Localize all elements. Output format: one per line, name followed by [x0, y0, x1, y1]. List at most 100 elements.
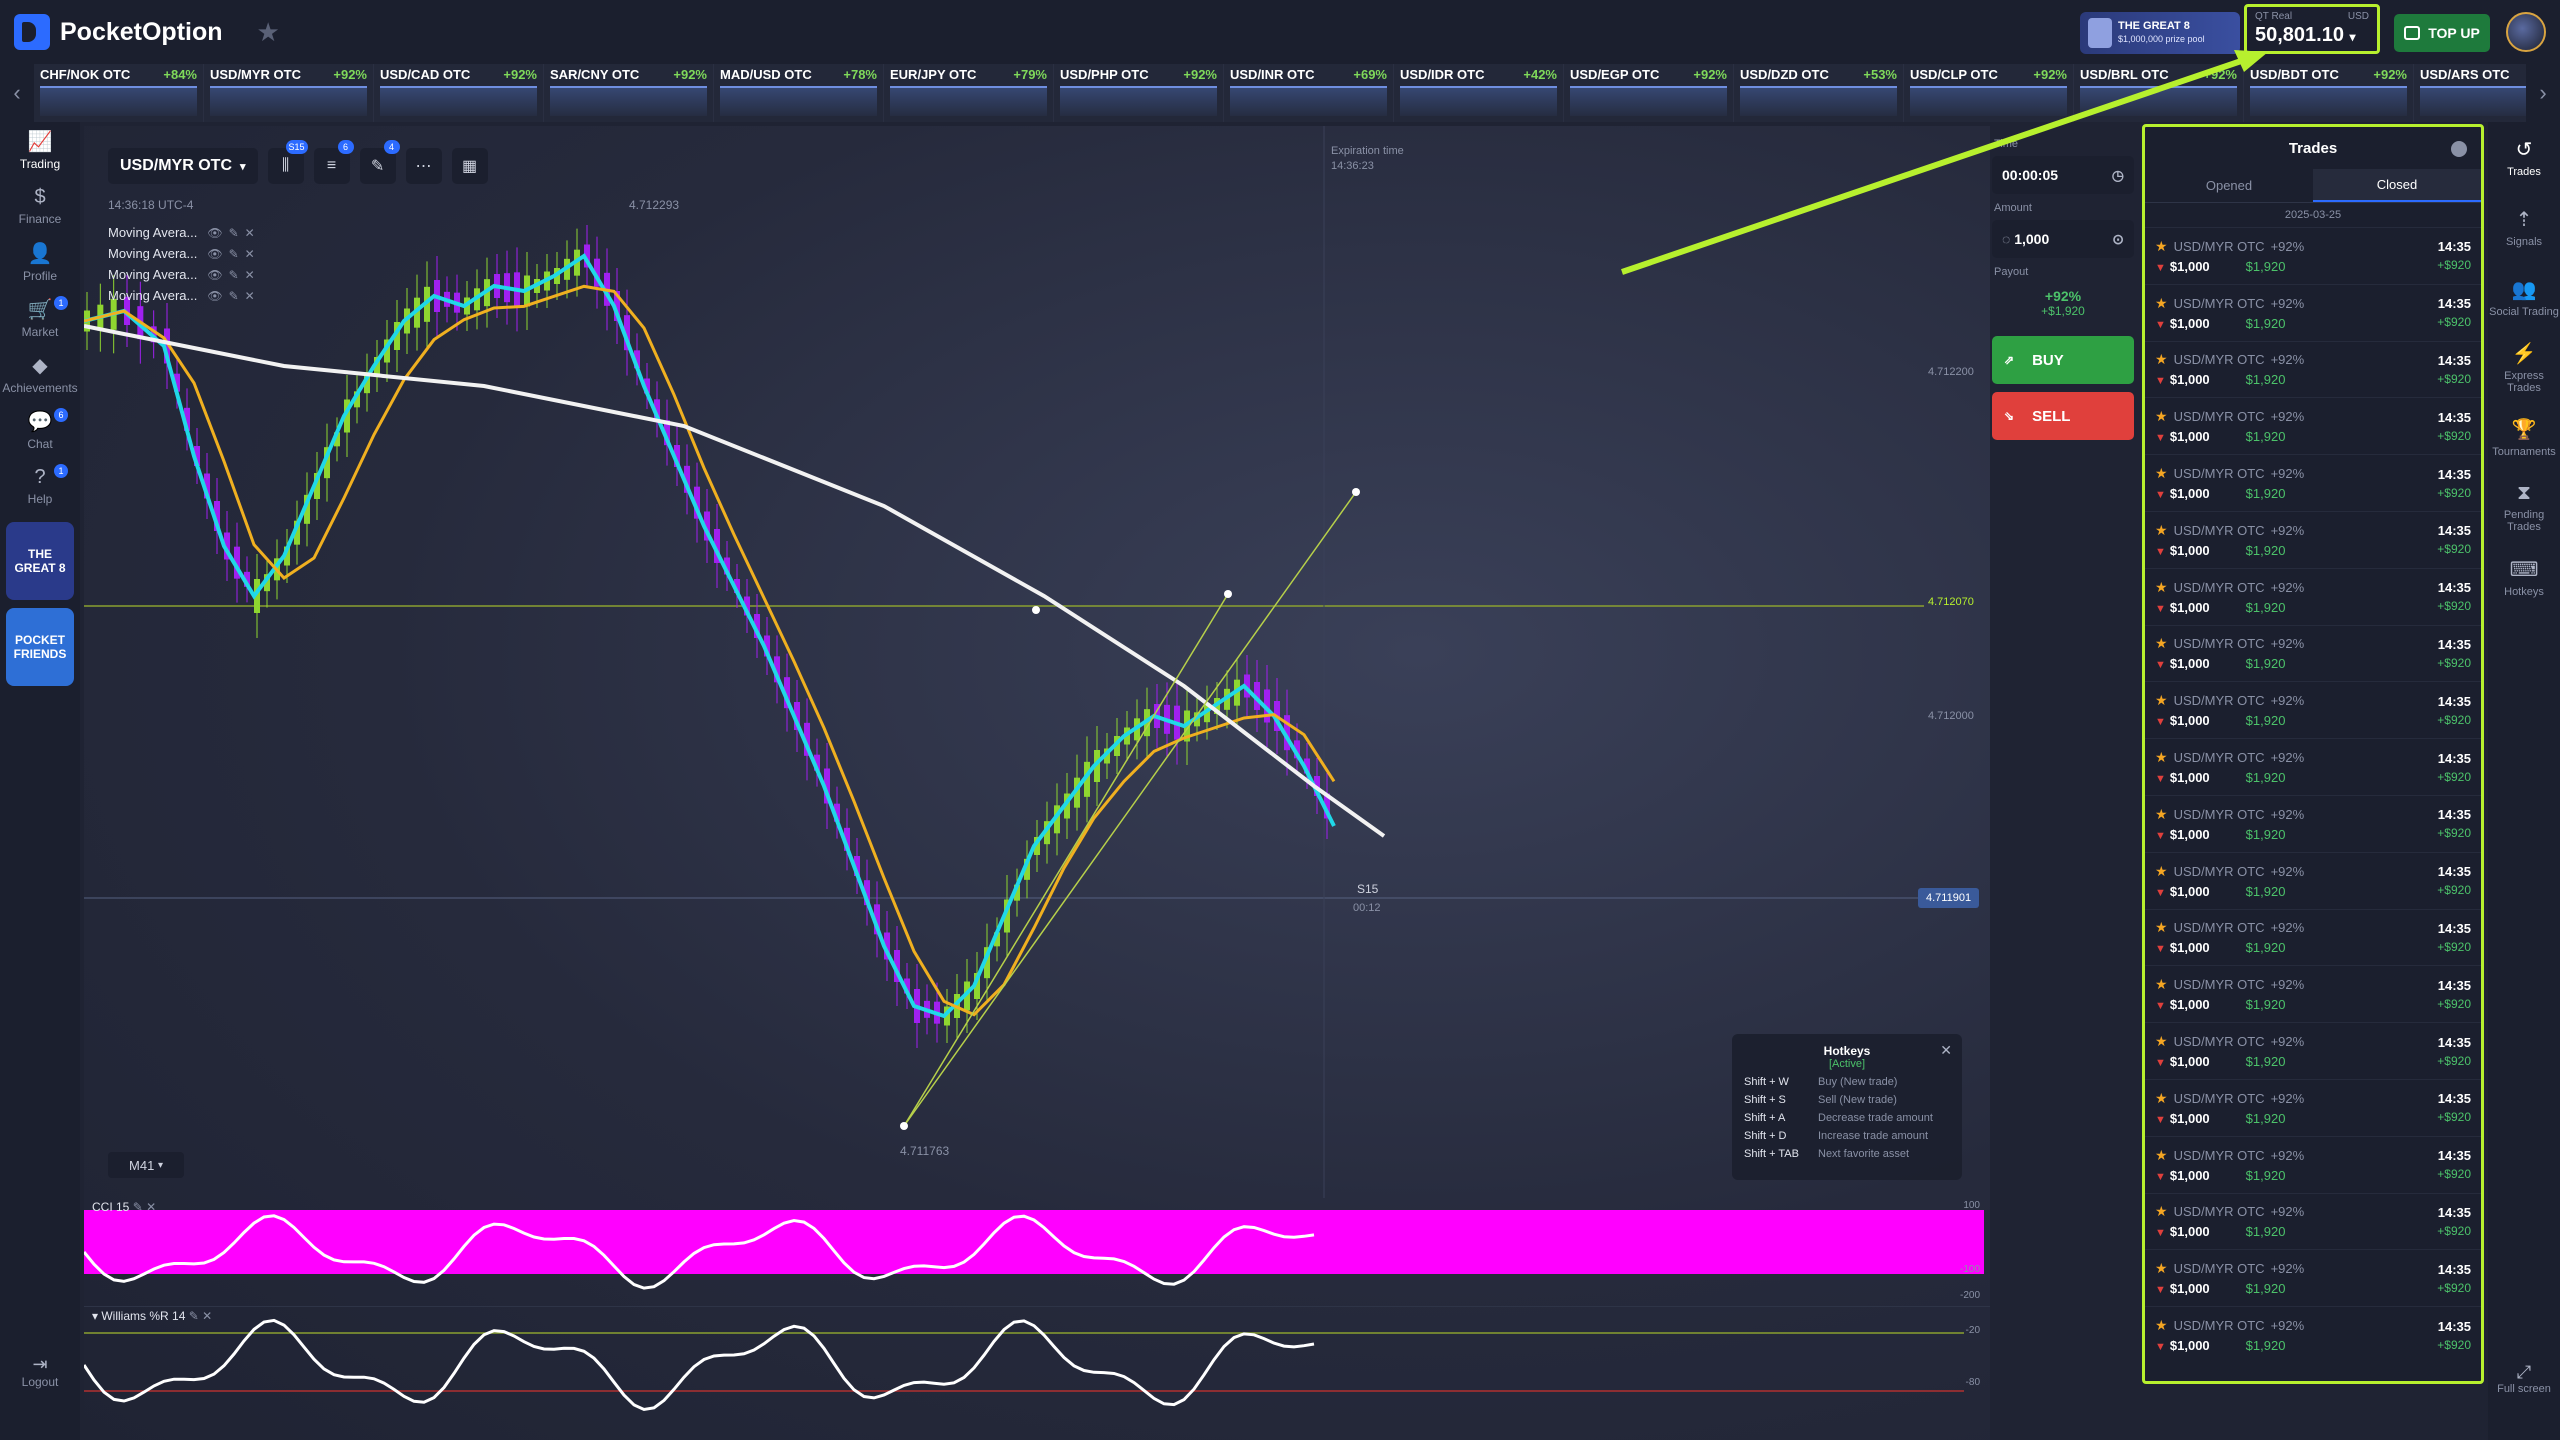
- trade-row[interactable]: ★ USD/MYR OTC +92% ▼ $1,000 $1,920 14:35 +$920: [2145, 1249, 2481, 1306]
- more-button[interactable]: ⋯: [405, 148, 442, 184]
- ticker-item[interactable]: USD/PHP OTC +92%: [1054, 64, 1224, 122]
- balance-selector[interactable]: QT Real USD 50,801.10 ▾: [2244, 4, 2380, 54]
- ticker-item[interactable]: EUR/JPY OTC +79%: [884, 64, 1054, 122]
- ticker-item[interactable]: USD/CLP OTC +92%: [1904, 64, 2074, 122]
- trade-row[interactable]: ★ USD/MYR OTC +92% ▼ $1,000 $1,920 14:35 +$920: [2145, 454, 2481, 511]
- rightnav-item-hotkeys[interactable]: ⌨ Hotkeys: [2488, 542, 2560, 612]
- logo[interactable]: PocketOption: [14, 14, 223, 50]
- sidebar-item-achievements[interactable]: ◆ Achievements: [0, 346, 80, 402]
- ticker-item[interactable]: USD/INR OTC +69%: [1224, 64, 1394, 122]
- indicator-row[interactable]: Moving Avera... 👁✎✕: [108, 222, 261, 243]
- trade-row[interactable]: ★ USD/MYR OTC +92% ▼ $1,000 $1,920 14:35 +$920: [2145, 681, 2481, 738]
- indicator-row[interactable]: Moving Avera... 👁✎✕: [108, 243, 261, 264]
- trade-row[interactable]: ★ USD/MYR OTC +92% ▼ $1,000 $1,920 14:35 +$920: [2145, 1192, 2481, 1250]
- chevron-right-icon[interactable]: ›: [2526, 64, 2560, 122]
- ticker-payout: +92%: [673, 67, 707, 82]
- trade-row[interactable]: ★ USD/MYR OTC +92% ▼ $1,000 $1,920 14:35 +$920: [2145, 397, 2481, 454]
- fullscreen-button[interactable]: ⤢ Full screen: [2488, 1362, 2560, 1395]
- great8-promo-tile[interactable]: THE GREAT 8: [6, 522, 74, 600]
- drawings-button[interactable]: ✎ 4: [359, 140, 400, 184]
- trade-row[interactable]: ★ USD/MYR OTC +92% ▼ $1,000 $1,920 14:35 +$920: [2145, 510, 2481, 568]
- rightnav-item-tournaments[interactable]: 🏆 Tournaments: [2488, 402, 2560, 472]
- close-icon[interactable]: ✕: [1940, 1042, 1952, 1059]
- avatar[interactable]: [2506, 12, 2546, 52]
- layout-button[interactable]: ▦: [451, 148, 488, 184]
- ticker-item[interactable]: USD/EGP OTC +92%: [1564, 64, 1734, 122]
- chevron-left-icon[interactable]: ‹: [0, 64, 34, 122]
- ticker-item[interactable]: MAD/USD OTC +78%: [714, 64, 884, 122]
- rightnav-item-pending-trades[interactable]: ⧗ Pending Trades: [2488, 472, 2560, 542]
- sidebar-item-trading[interactable]: 📈 Trading: [0, 122, 80, 178]
- chart-high-label: 4.712293: [629, 198, 680, 212]
- trade-row[interactable]: ★ USD/MYR OTC +92% ▼ $1,000 $1,920 14:35 +$920: [2145, 738, 2481, 795]
- settings-icon[interactable]: [2451, 141, 2467, 157]
- tab-closed[interactable]: Closed: [2313, 169, 2481, 202]
- trade-row[interactable]: ★ USD/MYR OTC +92% ▼ $1,000 $1,920 14:35 +$920: [2145, 794, 2481, 852]
- williams-panel[interactable]: ▾ Williams %R 14 ✎ ✕ -20 -80: [84, 1306, 1990, 1438]
- indicator-controls-icon[interactable]: 👁✎✕: [207, 226, 260, 240]
- ticker-item[interactable]: USD/MYR OTC +92%: [204, 64, 374, 122]
- ticker-item[interactable]: USD/IDR OTC +42%: [1394, 64, 1564, 122]
- trade-row[interactable]: ★ USD/MYR OTC +92% ▼ $1,000 $1,920 14:35 +$920: [2145, 851, 2481, 909]
- promo-text: THE GREAT 8 $1,000,000 prize pool: [2118, 20, 2205, 46]
- tab-opened[interactable]: Opened: [2145, 169, 2313, 202]
- trade-row[interactable]: ★ USD/MYR OTC +92% ▼ $1,000 $1,920 14:35 +$920: [2145, 908, 2481, 966]
- ticker-item[interactable]: CHF/NOK OTC +84%: [34, 64, 204, 122]
- pocket-friends-tile[interactable]: POCKET FRIENDS: [6, 608, 74, 686]
- indicator-controls-icon[interactable]: 👁✎✕: [207, 289, 260, 303]
- trade-row[interactable]: ★ USD/MYR OTC +92% ▼ $1,000 $1,920 14:35 +$920: [2145, 340, 2481, 398]
- trade-row[interactable]: ★ USD/MYR OTC +92% ▼ $1,000 $1,920 14:35 +$920: [2145, 227, 2481, 284]
- rightnav-item-social-trading[interactable]: 👥 Social Trading: [2488, 262, 2560, 332]
- sidebar-item-finance[interactable]: $ Finance: [0, 178, 80, 234]
- ticker-item[interactable]: USD/BRL OTC +92%: [2074, 64, 2244, 122]
- cci-axis-label: 100: [1963, 1200, 1980, 1211]
- indicator-row[interactable]: Moving Avera... 👁✎✕: [108, 285, 261, 306]
- balance-currency: USD: [2347, 11, 2369, 22]
- trade-row[interactable]: ★ USD/MYR OTC +92% ▼ $1,000 $1,920 14:35 +$920: [2145, 965, 2481, 1022]
- price-chart[interactable]: [84, 126, 1990, 1198]
- ticker-item[interactable]: USD/CAD OTC +92%: [374, 64, 544, 122]
- sidebar-item-chat[interactable]: 💬 Chat 6: [0, 402, 80, 458]
- rightnav-item-trades[interactable]: ↺ Trades: [2488, 122, 2560, 192]
- trade-info: ★ USD/MYR OTC +92% ▼ $1,000 $1,920: [2155, 859, 2304, 903]
- arrow-down-icon: ▼: [2155, 829, 2166, 842]
- ticker-item[interactable]: USD/ARS OTC: [2414, 64, 2526, 122]
- sidebar-item-market[interactable]: 🛒 Market 1: [0, 290, 80, 346]
- indicator-controls-icon[interactable]: 👁✎✕: [207, 247, 260, 261]
- chart-type-button[interactable]: ⫼ S15: [267, 140, 308, 184]
- trade-time: 14:35: [2437, 466, 2471, 482]
- cci-panel[interactable]: CCI 15 ✎ ✕ 100 -100 -200: [84, 1198, 1990, 1306]
- favorite-star-icon[interactable]: ★: [257, 17, 280, 48]
- amount-field[interactable]: ◌ 1,000 ⊙: [1992, 220, 2134, 258]
- time-field[interactable]: 00:00:05 ◷: [1992, 156, 2134, 194]
- trade-info: ★ USD/MYR OTC +92% ▼ $1,000 $1,920: [2155, 291, 2304, 335]
- trade-row[interactable]: ★ USD/MYR OTC +92% ▼ $1,000 $1,920 14:35 +$920: [2145, 1078, 2481, 1136]
- asset-selector[interactable]: USD/MYR OTC ▾: [108, 148, 258, 184]
- chart-area[interactable]: USD/MYR OTC ▾ ⫼ S15 ≡ 6 ✎ 4 ⋯ ▦ 14:36:18…: [84, 126, 1990, 1440]
- trade-row[interactable]: ★ USD/MYR OTC +92% ▼ $1,000 $1,920 14:35 +$920: [2145, 1135, 2481, 1193]
- buy-button[interactable]: ⇗ BUY: [1992, 336, 2134, 384]
- ticker-item[interactable]: USD/DZD OTC +53%: [1734, 64, 1904, 122]
- promo-banner[interactable]: THE GREAT 8 $1,000,000 prize pool: [2080, 12, 2240, 54]
- sidebar-item-help[interactable]: ? Help 1: [0, 458, 80, 514]
- trade-row[interactable]: ★ USD/MYR OTC +92% ▼ $1,000 $1,920 14:35 +$920: [2145, 567, 2481, 625]
- timeframe-button[interactable]: M41 ▾: [108, 1152, 184, 1178]
- sell-button[interactable]: ⇘ SELL: [1992, 392, 2134, 440]
- indicators-button[interactable]: ≡ 6: [313, 140, 354, 184]
- ticker-item[interactable]: USD/BDT OTC +92%: [2244, 64, 2414, 122]
- top-up-button[interactable]: TOP UP: [2394, 14, 2490, 52]
- trade-row[interactable]: ★ USD/MYR OTC +92% ▼ $1,000 $1,920 14:35 +$920: [2145, 624, 2481, 682]
- indicator-controls-icon[interactable]: 👁✎✕: [207, 268, 260, 282]
- trade-row[interactable]: ★ USD/MYR OTC +92% ▼ $1,000 $1,920 14:35 +$920: [2145, 1022, 2481, 1079]
- trade-row[interactable]: ★ USD/MYR OTC +92% ▼ $1,000 $1,920 14:35 +$920: [2145, 1306, 2481, 1363]
- diamond-icon: ◆: [32, 355, 48, 377]
- rightnav-item-express-trades[interactable]: ⚡ Express Trades: [2488, 332, 2560, 402]
- trade-row[interactable]: ★ USD/MYR OTC +92% ▼ $1,000 $1,920 14:35 +$920: [2145, 283, 2481, 341]
- sidebar-item-profile[interactable]: 👤 Profile: [0, 234, 80, 290]
- ticker-asset: USD/ARS OTC: [2420, 67, 2510, 82]
- rightnav-item-signals[interactable]: ⇡ Signals: [2488, 192, 2560, 262]
- indicator-row[interactable]: Moving Avera... 👁✎✕: [108, 264, 261, 285]
- trade-profit: +$920: [2437, 1337, 2471, 1352]
- ticker-item[interactable]: SAR/CNY OTC +92%: [544, 64, 714, 122]
- logout-button[interactable]: ⇥ Logout: [0, 1354, 80, 1389]
